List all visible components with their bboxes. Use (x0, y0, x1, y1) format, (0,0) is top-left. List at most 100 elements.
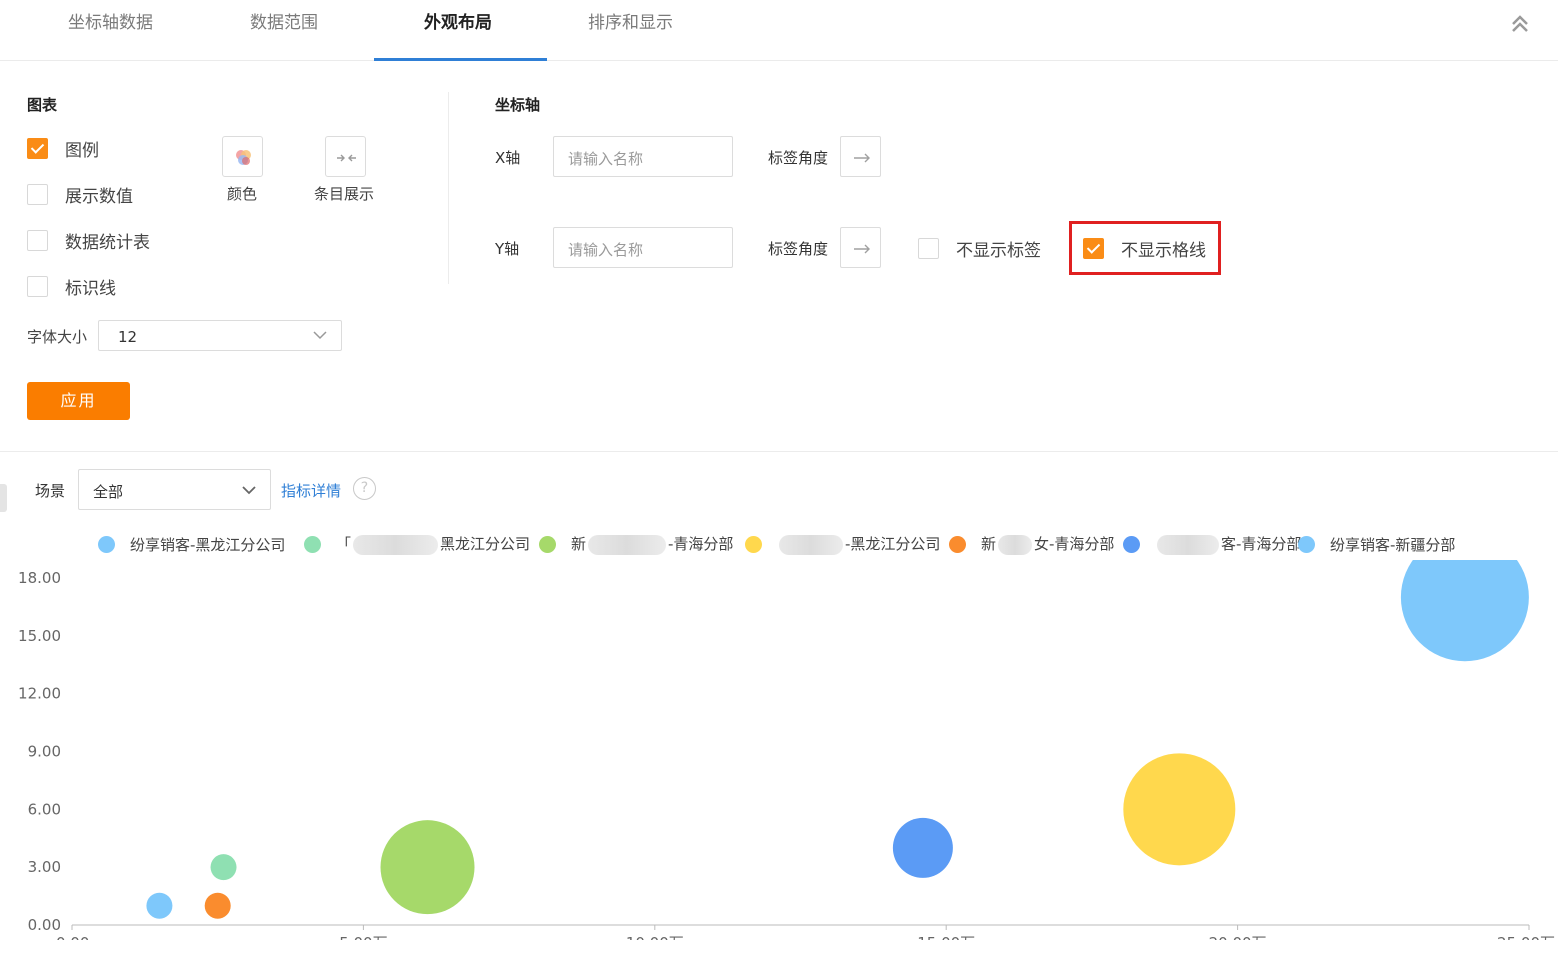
y-tick-label: 15.00 (18, 627, 61, 645)
marker-line-option[interactable]: 标识线 (27, 275, 116, 299)
help-icon[interactable]: ? (353, 477, 376, 500)
x-tick-label: 0.00 (56, 934, 89, 940)
legend-item[interactable]: 客-青海分部 (1123, 533, 1301, 555)
data-stats-table-option[interactable]: 数据统计表 (27, 229, 150, 253)
highlight-box (1069, 221, 1221, 275)
color-button[interactable] (222, 136, 263, 177)
legend-text-end: -黑龙江分公司 (845, 535, 941, 554)
color-label: 颜色 (227, 185, 258, 203)
legend-item[interactable]: 纷享销客-黑龙江分公司 (98, 533, 285, 555)
compress-arrows-icon (337, 154, 356, 162)
y-axis-name-input[interactable]: 请输入名称 (553, 227, 733, 268)
active-tab-indicator (374, 58, 547, 61)
tab-axis-data[interactable]: 坐标轴数据 (68, 8, 153, 33)
tab-sort-display[interactable]: 排序和显示 (588, 8, 673, 33)
scene-select[interactable]: 全部 (78, 469, 271, 510)
legend-dot (745, 535, 762, 553)
font-size-select[interactable]: 12 (98, 320, 342, 351)
legend-text: 客-青海分部 (1155, 533, 1301, 555)
apply-button[interactable]: 应用 (27, 382, 130, 420)
legend-text: 「 黑龙江分公司 (336, 533, 530, 555)
y-label-angle-label: 标签角度 (768, 240, 829, 258)
data-stats-table-label: 数据统计表 (65, 232, 150, 253)
section-divider (0, 451, 1558, 452)
legend-dot (1123, 535, 1140, 553)
show-values-label: 展示数值 (65, 186, 133, 207)
legend-dot (98, 535, 115, 553)
legend-checkbox[interactable] (27, 137, 48, 159)
legend-item[interactable]: -黑龙江分公司 (745, 533, 940, 555)
collapse-up-icon[interactable] (1508, 12, 1532, 36)
side-drag-handle[interactable] (0, 484, 7, 512)
y-label-angle-button[interactable] (840, 227, 881, 268)
tab-bar: 坐标轴数据 数据范围 外观布局 排序和显示 (0, 0, 1558, 61)
chevron-down-icon (313, 331, 327, 340)
data-bubble (146, 892, 173, 919)
legend-dot (1298, 535, 1315, 553)
metric-details-link[interactable]: 指标详情 (281, 480, 341, 501)
legend-dot (304, 535, 321, 553)
legend-text-end: 黑龙江分公司 (440, 535, 531, 554)
x-axis-name-input[interactable]: 请输入名称 (553, 136, 733, 177)
y-tick-label: 6.00 (28, 800, 61, 818)
legend-text-end: -青海分部 (668, 535, 734, 554)
data-stats-table-checkbox[interactable] (27, 229, 48, 251)
legend-option-label: 图例 (65, 140, 99, 161)
legend-item[interactable]: 新 -青海分部 (539, 533, 733, 555)
legend-item[interactable]: 「 黑龙江分公司 (304, 533, 530, 555)
legend-text-start: 「 (336, 535, 352, 554)
tab-data-range[interactable]: 数据范围 (250, 8, 318, 33)
tab-appearance-layout[interactable]: 外观布局 (424, 8, 492, 33)
hide-labels-option[interactable]: 不显示标签 (918, 237, 1041, 261)
x-label-angle-label: 标签角度 (768, 149, 829, 167)
bubble-chart: 0.00 5.00万 10.00万 15.00万 20.00万 25.00万 0.00 3.0… (18, 560, 1555, 940)
y-tick-label: 12.00 (18, 685, 61, 703)
x-tick-label: 25.00万 (1497, 934, 1555, 940)
data-bubble (892, 817, 953, 878)
x-tick-label: 15.00万 (917, 934, 975, 940)
scene-value: 全部 (93, 483, 124, 501)
legend-text-start: 新 (571, 535, 587, 554)
redacted-text (779, 534, 843, 555)
data-bubble (204, 892, 231, 919)
legend-text: 新 女-青海分部 (981, 533, 1114, 555)
x-tick-label: 10.00万 (626, 934, 684, 940)
data-bubble (1123, 753, 1236, 866)
hide-labels-label: 不显示标签 (956, 240, 1041, 261)
x-label-angle-button[interactable] (840, 136, 881, 177)
legend-dot (949, 535, 966, 553)
show-values-checkbox[interactable] (27, 183, 48, 205)
redacted-text (1157, 534, 1219, 555)
redacted-text (998, 534, 1033, 555)
marker-line-checkbox[interactable] (27, 275, 48, 297)
y-tick-label: 0.00 (28, 916, 61, 934)
color-palette-icon (236, 150, 251, 165)
x-axis-label: X轴 (495, 149, 521, 167)
legend-text-end: 女-青海分部 (1034, 535, 1115, 554)
data-bubble (380, 820, 475, 915)
arrow-right-icon (854, 244, 870, 254)
legend-item[interactable]: 新 女-青海分部 (949, 533, 1114, 555)
show-values-option[interactable]: 展示数值 (27, 183, 133, 207)
y-axis-label: Y轴 (495, 240, 520, 258)
entry-display-label: 条目展示 (314, 185, 375, 203)
y-tick-label: 9.00 (28, 743, 61, 761)
entry-display-button[interactable] (325, 136, 366, 177)
axis-section-title: 坐标轴 (495, 96, 541, 114)
legend-text: -黑龙江分公司 (777, 533, 940, 555)
y-tick-label: 3.00 (28, 858, 61, 876)
legend-text-end: 纷享销客-新疆分部 (1330, 535, 1456, 554)
legend-option[interactable]: 图例 (27, 137, 99, 161)
scene-label: 场景 (35, 482, 66, 500)
legend-text: 纷享销客-黑龙江分公司 (130, 534, 285, 555)
font-size-label: 字体大小 (27, 328, 88, 346)
data-bubble (1400, 560, 1529, 662)
legend-text: 新 -青海分部 (571, 533, 733, 555)
chart-section-title: 图表 (27, 96, 58, 114)
legend-text-start: 新 (981, 535, 997, 554)
panel-divider (448, 92, 449, 284)
data-bubble (210, 854, 237, 881)
hide-labels-checkbox[interactable] (918, 237, 939, 259)
font-size-value: 12 (118, 328, 138, 346)
legend-item[interactable]: 纷享销客-新疆分部 (1298, 533, 1455, 555)
